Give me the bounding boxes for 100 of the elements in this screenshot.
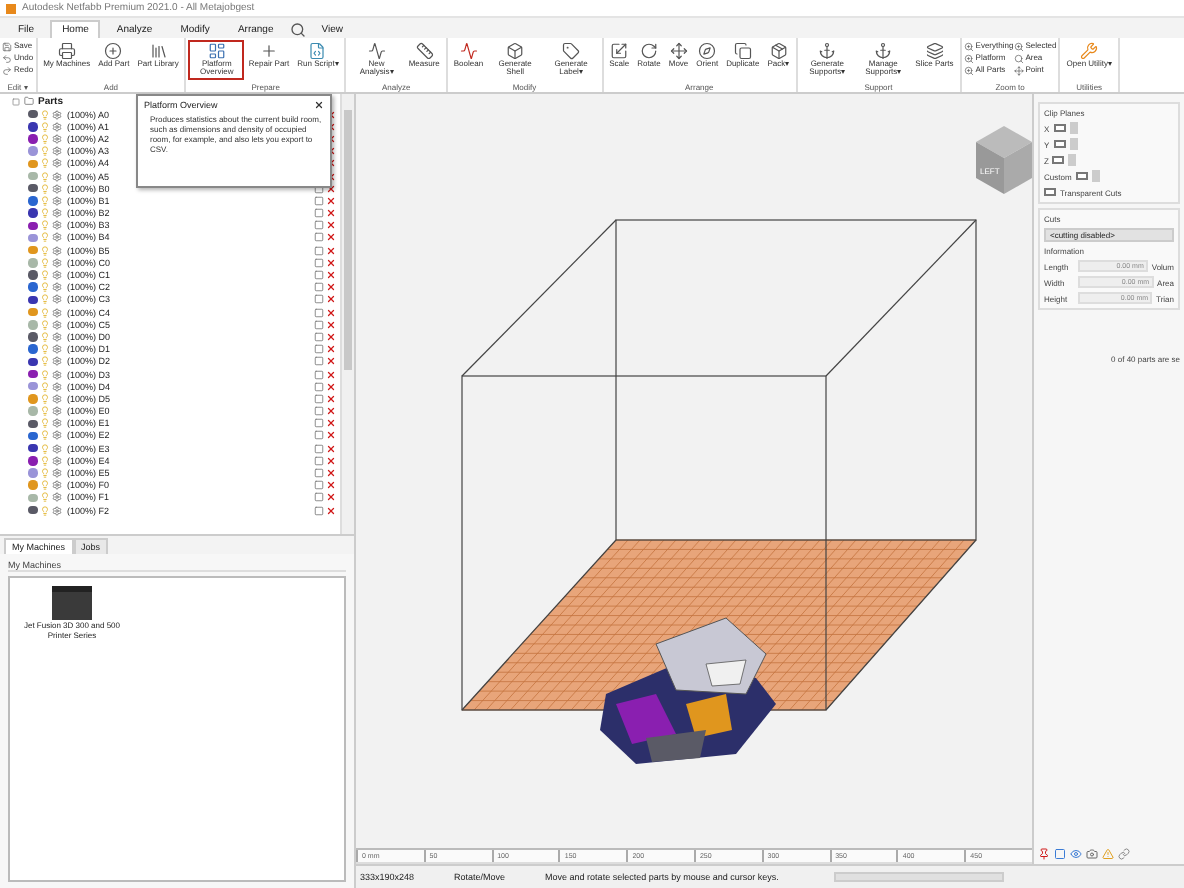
delete-icon[interactable] xyxy=(326,455,336,466)
gear-icon[interactable] xyxy=(51,369,61,380)
delete-icon[interactable] xyxy=(326,282,336,293)
checkbox[interactable] xyxy=(1052,156,1065,164)
gear-icon[interactable] xyxy=(51,208,61,219)
delete-icon[interactable] xyxy=(326,195,336,206)
checkbox-icon[interactable] xyxy=(314,443,324,454)
warning-icon[interactable] xyxy=(1102,848,1114,860)
delete-icon[interactable] xyxy=(326,468,336,479)
gear-icon[interactable] xyxy=(51,232,61,243)
lightbulb-icon[interactable] xyxy=(39,468,49,479)
delete-icon[interactable] xyxy=(326,406,336,417)
checkbox-icon[interactable] xyxy=(314,505,324,516)
gear-icon[interactable] xyxy=(51,418,61,429)
lightbulb-icon[interactable] xyxy=(39,282,49,293)
lightbulb-icon[interactable] xyxy=(39,158,49,169)
checkbox-icon[interactable] xyxy=(314,418,324,429)
delete-icon[interactable] xyxy=(326,443,336,454)
gear-icon[interactable] xyxy=(51,171,61,182)
gear-icon[interactable] xyxy=(51,331,61,342)
lightbulb-icon[interactable] xyxy=(39,381,49,392)
gear-icon[interactable] xyxy=(51,121,61,132)
checkbox-icon[interactable] xyxy=(314,381,324,392)
checkbox-icon[interactable] xyxy=(314,356,324,367)
checkbox[interactable] xyxy=(1075,172,1088,180)
checkbox-icon[interactable] xyxy=(314,430,324,441)
lightbulb-icon[interactable] xyxy=(39,505,49,516)
slider-handle[interactable] xyxy=(1091,170,1100,182)
delete-icon[interactable] xyxy=(326,208,336,219)
delete-icon[interactable] xyxy=(326,369,336,380)
gear-icon[interactable] xyxy=(51,492,61,503)
checkbox-icon[interactable] xyxy=(314,344,324,355)
lightbulb-icon[interactable] xyxy=(39,208,49,219)
gear-icon[interactable] xyxy=(51,146,61,157)
gear-icon[interactable] xyxy=(51,183,61,194)
gear-icon[interactable] xyxy=(51,344,61,355)
lightbulb-icon[interactable] xyxy=(39,418,49,429)
delete-icon[interactable] xyxy=(326,393,336,404)
gear-icon[interactable] xyxy=(51,294,61,305)
lightbulb-icon[interactable] xyxy=(39,133,49,144)
gear-icon[interactable] xyxy=(51,443,61,454)
checkbox-icon[interactable] xyxy=(314,369,324,380)
delete-icon[interactable] xyxy=(326,492,336,503)
gear-icon[interactable] xyxy=(51,406,61,417)
delete-icon[interactable] xyxy=(326,257,336,268)
lightbulb-icon[interactable] xyxy=(39,319,49,330)
gear-icon[interactable] xyxy=(51,220,61,231)
lightbulb-icon[interactable] xyxy=(39,270,49,281)
delete-icon[interactable] xyxy=(326,319,336,330)
delete-icon[interactable] xyxy=(326,418,336,429)
lightbulb-icon[interactable] xyxy=(39,430,49,441)
checkbox[interactable] xyxy=(1053,140,1066,148)
lightbulb-icon[interactable] xyxy=(39,393,49,404)
lightbulb-icon[interactable] xyxy=(39,257,49,268)
checkbox-icon[interactable] xyxy=(314,294,324,305)
gear-icon[interactable] xyxy=(51,505,61,516)
gear-icon[interactable] xyxy=(51,468,61,479)
gear-icon[interactable] xyxy=(51,356,61,367)
lightbulb-icon[interactable] xyxy=(39,492,49,503)
eye-icon[interactable] xyxy=(1070,848,1082,860)
camera-icon[interactable] xyxy=(1086,848,1098,860)
checkbox-icon[interactable] xyxy=(314,331,324,342)
gear-icon[interactable] xyxy=(51,319,61,330)
checkbox-icon[interactable] xyxy=(314,257,324,268)
lightbulb-icon[interactable] xyxy=(39,121,49,132)
lightbulb-icon[interactable] xyxy=(39,331,49,342)
gear-icon[interactable] xyxy=(51,282,61,293)
checkbox-icon[interactable] xyxy=(314,208,324,219)
lightbulb-icon[interactable] xyxy=(39,195,49,206)
gear-icon[interactable] xyxy=(51,257,61,268)
delete-icon[interactable] xyxy=(326,232,336,243)
checkbox-icon[interactable] xyxy=(314,319,324,330)
delete-icon[interactable] xyxy=(326,344,336,355)
collapse-icon[interactable] xyxy=(12,97,20,105)
checkbox-icon[interactable] xyxy=(314,195,324,206)
lightbulb-icon[interactable] xyxy=(39,245,49,256)
lightbulb-icon[interactable] xyxy=(39,344,49,355)
delete-icon[interactable] xyxy=(326,294,336,305)
lightbulb-icon[interactable] xyxy=(39,109,49,120)
lightbulb-icon[interactable] xyxy=(39,232,49,243)
lightbulb-icon[interactable] xyxy=(39,307,49,318)
gear-icon[interactable] xyxy=(51,158,61,169)
pin-icon[interactable] xyxy=(1038,848,1050,860)
delete-icon[interactable] xyxy=(326,331,336,342)
delete-icon[interactable] xyxy=(326,381,336,392)
checkbox-icon[interactable] xyxy=(314,406,324,417)
gear-icon[interactable] xyxy=(51,381,61,392)
gear-icon[interactable] xyxy=(51,307,61,318)
close-icon[interactable] xyxy=(314,100,324,110)
lightbulb-icon[interactable] xyxy=(39,455,49,466)
gear-icon[interactable] xyxy=(51,109,61,120)
checkbox-icon[interactable] xyxy=(314,232,324,243)
lightbulb-icon[interactable] xyxy=(39,406,49,417)
checkbox-icon[interactable] xyxy=(314,468,324,479)
gear-icon[interactable] xyxy=(51,245,61,256)
checkbox-icon[interactable] xyxy=(314,245,324,256)
scrollbar[interactable] xyxy=(340,94,354,534)
checkbox[interactable] xyxy=(1044,188,1056,196)
lightbulb-icon[interactable] xyxy=(39,183,49,194)
lightbulb-icon[interactable] xyxy=(39,294,49,305)
